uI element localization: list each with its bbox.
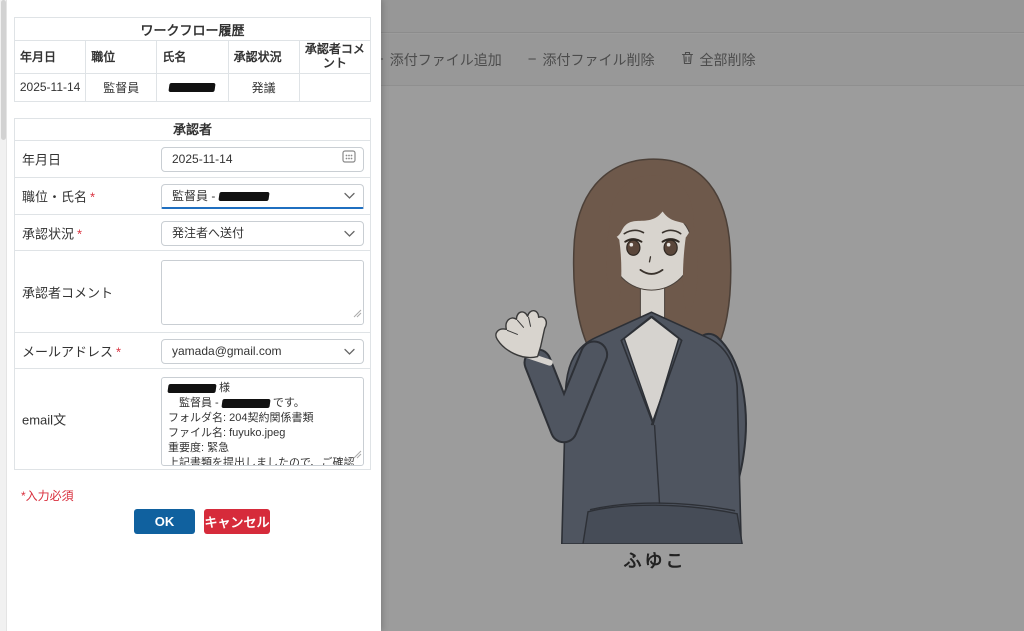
email-select[interactable]: yamada@gmail.com (161, 339, 364, 364)
cell-comment (299, 73, 370, 101)
position-name-select[interactable]: 監督員 - (161, 184, 364, 209)
cell-name-redacted (157, 73, 228, 101)
email-body-textarea[interactable]: 様 監督員 - です。 フォルダ名: 204契約関係書類 ファイル名: fuyu… (161, 377, 364, 466)
page-scrollbar[interactable] (0, 0, 7, 631)
table-row: 2025-11-14 監督員 発議 (15, 73, 371, 101)
minus-icon: − (528, 52, 537, 67)
required-asterisk: * (77, 226, 82, 241)
col-position: 職位 (86, 41, 157, 74)
chevron-down-icon (344, 340, 355, 363)
date-row: 年月日 2025-11-14 (15, 141, 370, 178)
col-comment: 承認者コメント (299, 41, 370, 74)
screen: + 添付ファイル追加 − 添付ファイル削除 全部削除 (0, 0, 1024, 631)
approver-comment-row: 承認者コメント (15, 251, 370, 333)
col-date: 年月日 (15, 41, 86, 74)
required-note: *入力必須 (21, 487, 74, 504)
add-attachment-button[interactable]: + 添付ファイル追加 (375, 50, 502, 70)
email-label: メールアドレス* (22, 341, 121, 360)
cancel-button[interactable]: キャンセル (204, 509, 270, 534)
workflow-approval-dialog: ワークフロー履歴 年月日 職位 氏名 承認状況 承認者コメント 2025-11-… (7, 0, 381, 631)
email-row: メールアドレス* yamada@gmail.com (15, 333, 370, 369)
col-status: 承認状況 (228, 41, 299, 74)
position-name-label: 職位・氏名* (22, 187, 95, 206)
approver-form: 承認者 年月日 2025-11-14 (14, 118, 371, 470)
dimmed-background-page: + 添付ファイル追加 − 添付ファイル削除 全部削除 (381, 0, 1024, 631)
delete-all-button[interactable]: 全部削除 (681, 50, 756, 70)
resize-grip-icon[interactable] (353, 305, 362, 323)
remove-attachment-button[interactable]: − 添付ファイル削除 (528, 50, 655, 70)
chevron-down-icon (344, 222, 355, 245)
approval-status-value: 発注者へ送付 (172, 226, 244, 240)
chevron-down-icon (344, 185, 355, 208)
character-name-caption: ふゆこ (485, 547, 825, 573)
calendar-icon[interactable] (342, 148, 356, 171)
col-name: 氏名 (157, 41, 228, 74)
background-header-band (381, 0, 1024, 33)
remove-attachment-label: 添付ファイル削除 (543, 50, 655, 70)
email-value: yamada@gmail.com (172, 344, 282, 358)
approval-status-row: 承認状況* 発注者へ送付 (15, 215, 370, 251)
delete-all-label: 全部削除 (700, 50, 756, 70)
position-name-value: 監督員 - (172, 189, 219, 203)
background-content-area: ふゆこ (381, 87, 1024, 631)
add-attachment-label: 添付ファイル追加 (390, 50, 502, 70)
required-asterisk: * (116, 344, 121, 359)
position-name-row: 職位・氏名* 監督員 - (15, 178, 370, 215)
date-value: 2025-11-14 (172, 152, 233, 166)
workflow-history-table: ワークフロー履歴 年月日 職位 氏名 承認状況 承認者コメント 2025-11-… (14, 17, 371, 102)
date-label: 年月日 (22, 150, 61, 169)
ok-button[interactable]: OK (134, 509, 195, 534)
approval-status-select[interactable]: 発注者へ送付 (161, 221, 364, 246)
scrollbar-thumb[interactable] (1, 0, 6, 140)
table-header-row: 年月日 職位 氏名 承認状況 承認者コメント (15, 41, 371, 74)
cell-position: 監督員 (86, 73, 157, 101)
required-asterisk: * (90, 190, 95, 205)
workflow-history-title: ワークフロー履歴 (15, 18, 371, 41)
date-input[interactable]: 2025-11-14 (161, 147, 364, 172)
email-body-text: 様 監督員 - です。 フォルダ名: 204契約関係書類 ファイル名: fuyu… (162, 378, 363, 466)
resize-grip-icon[interactable] (353, 446, 362, 464)
attachment-toolbar: + 添付ファイル追加 − 添付ファイル削除 全部削除 (381, 34, 1024, 86)
approver-comment-textarea[interactable] (161, 260, 364, 325)
approval-status-label: 承認状況* (22, 223, 82, 242)
email-body-row: email文 様 監督員 - です。 フォルダ名: 204契約関係書類 ファイル… (15, 369, 370, 469)
cell-status: 発議 (228, 73, 299, 101)
cell-date: 2025-11-14 (15, 73, 86, 101)
trash-icon (681, 51, 694, 68)
approver-form-title: 承認者 (15, 119, 370, 141)
approver-comment-label: 承認者コメント (22, 282, 113, 301)
email-body-label: email文 (22, 410, 66, 429)
character-illustration (476, 149, 831, 544)
